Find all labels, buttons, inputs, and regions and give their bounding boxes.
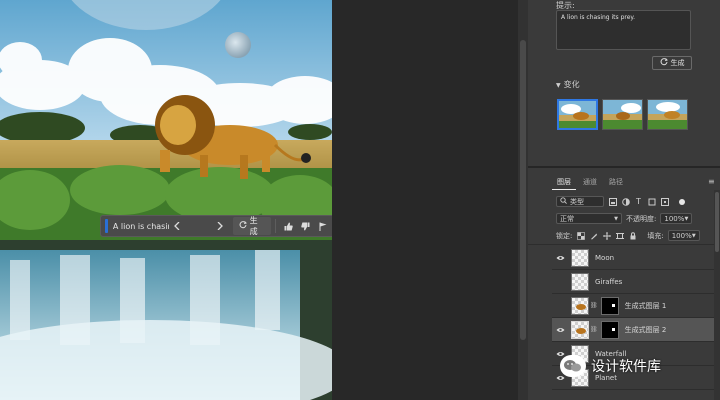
layer-mask-thumbnail[interactable]: [600, 296, 619, 315]
lock-pixels-icon[interactable]: [589, 231, 598, 240]
layer-mask-thumbnail[interactable]: [600, 320, 619, 339]
variations-header[interactable]: ▼ 变化: [556, 79, 580, 90]
layer-thumbnail: [571, 248, 589, 267]
chevron-down-icon: ▼: [614, 215, 618, 222]
generate-icon: [239, 221, 247, 231]
eye-icon[interactable]: [552, 327, 568, 333]
shape-filter-icon[interactable]: [647, 197, 656, 206]
lock-label: 锁定:: [556, 231, 573, 240]
type-filter-icon[interactable]: T: [634, 197, 643, 206]
variation-image: [648, 100, 687, 129]
panel-scrollbar-thumb[interactable]: [520, 40, 526, 340]
opacity-field[interactable]: 100% ▼: [660, 213, 693, 224]
thumbs-down-icon[interactable]: [297, 217, 314, 235]
blend-mode-value: 正常: [560, 214, 574, 223]
layer-thumbnail: [571, 272, 589, 291]
layer-row-giraffes[interactable]: Giraffes: [552, 270, 720, 294]
contextual-task-bar: A lion is chasin... 生成: [100, 215, 358, 237]
lock-fill-row: 锁定: 填充: 100% ▼: [556, 230, 700, 241]
chevron-down-icon: ▼: [691, 232, 696, 239]
variation-image: [559, 101, 596, 128]
generate-button[interactable]: 生成: [652, 56, 692, 70]
document-canvas[interactable]: [0, 0, 332, 400]
fill-field[interactable]: 100% ▼: [667, 230, 700, 241]
layer-row-generative-2[interactable]: ⛓ 生成式图层 2: [552, 318, 720, 342]
layer-row-moon[interactable]: Moon: [552, 246, 720, 270]
filter-kind-label: 类型: [570, 197, 584, 206]
panel-scrollbar[interactable]: [518, 0, 528, 400]
layer-name: 生成式图层 2: [624, 325, 667, 334]
search-icon: [560, 197, 567, 206]
panel-menu-icon[interactable]: ≡: [708, 177, 715, 186]
adjustment-filter-icon[interactable]: [621, 197, 630, 206]
chevron-left-icon[interactable]: [169, 217, 186, 235]
variation-thumbnail-2[interactable]: [602, 99, 643, 130]
blend-mode-select[interactable]: 正常 ▼: [556, 213, 622, 224]
pixel-filter-icon[interactable]: [608, 197, 617, 206]
filter-toggle-icon[interactable]: [677, 197, 686, 206]
watermark-text: 设计软件库: [591, 359, 661, 375]
thumbs-up-icon[interactable]: [280, 217, 297, 235]
fill-label: 填充:: [647, 231, 664, 240]
layer-name: 生成式图层 1: [624, 301, 667, 310]
layer-row-generative-1[interactable]: ⛓ 生成式图层 1: [552, 294, 720, 318]
lock-transparent-icon[interactable]: [576, 231, 585, 240]
opacity-label: 不透明度:: [626, 214, 657, 223]
smart-object-filter-icon[interactable]: [660, 197, 669, 206]
link-icon[interactable]: ⛓: [590, 302, 598, 309]
moon-shape: [225, 32, 251, 58]
generate-icon: [660, 58, 668, 68]
variation-image: [603, 100, 642, 129]
tab-paths[interactable]: 路径: [604, 175, 628, 189]
taskbar-separator: [274, 219, 276, 233]
layer-filter-row: 类型 T: [556, 196, 686, 207]
blend-opacity-row: 正常 ▼ 不透明度: 100% ▼: [556, 213, 693, 224]
layer-name: Giraffes: [595, 277, 623, 286]
variation-thumbnail-1[interactable]: [557, 99, 598, 130]
generate-label: 生成: [670, 59, 685, 67]
taskbar-prompt-text[interactable]: A lion is chasin...: [113, 222, 169, 231]
layer-thumbnail: [571, 320, 589, 339]
eye-icon[interactable]: [552, 255, 568, 261]
layers-scrollbar-thumb[interactable]: [715, 192, 719, 252]
filter-kind-select[interactable]: 类型: [556, 196, 604, 207]
watermark: 设计软件库: [560, 355, 661, 377]
link-icon[interactable]: ⛓: [590, 326, 598, 333]
taskbar-grip[interactable]: [105, 219, 108, 233]
panel-divider: [528, 166, 720, 168]
lock-all-icon[interactable]: [628, 231, 637, 240]
wechat-logo-icon: [560, 355, 586, 377]
variation-thumbnail-3[interactable]: [647, 99, 688, 130]
fill-value: 100%: [671, 231, 692, 240]
chevron-right-icon[interactable]: [211, 217, 228, 235]
layers-tabs: 图层 通道 路径: [552, 174, 628, 190]
layer-name: Moon: [595, 253, 615, 262]
variations-label: 变化: [563, 80, 580, 89]
canvas-image: [0, 0, 332, 400]
flag-icon[interactable]: [314, 217, 331, 235]
opacity-value: 100%: [664, 214, 685, 223]
taskbar-generate-button[interactable]: 生成: [232, 216, 271, 236]
taskbar-generate-label: 生成: [249, 216, 258, 236]
panel-divider: [528, 244, 720, 245]
tab-channels[interactable]: 通道: [578, 175, 602, 189]
layer-thumbnail: [571, 296, 589, 315]
chevron-down-icon: ▼: [684, 215, 689, 222]
lock-artboard-icon[interactable]: [615, 231, 624, 240]
pasteboard: [332, 0, 518, 400]
lock-position-icon[interactable]: [602, 231, 611, 240]
layers-scrollbar[interactable]: [714, 190, 720, 400]
right-panel: 提示: A lion is chasing its prey. 生成 ▼ 变化 图…: [528, 0, 720, 400]
tab-layers[interactable]: 图层: [552, 175, 576, 190]
chevron-down-icon: ▼: [556, 82, 561, 89]
prompt-input[interactable]: A lion is chasing its prey.: [556, 10, 691, 50]
